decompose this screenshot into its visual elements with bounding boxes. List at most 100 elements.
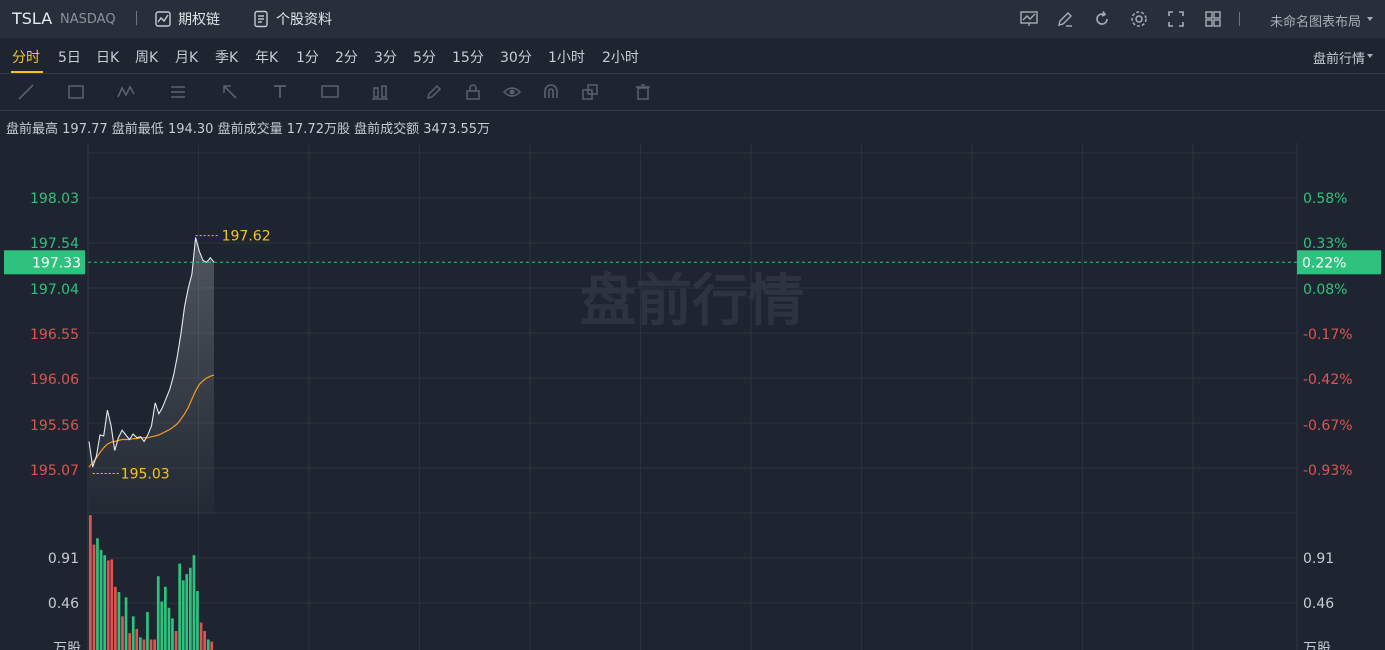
pct-tick: -0.93%: [1303, 463, 1353, 479]
options-chain-label: 期权链: [178, 12, 220, 28]
candle-tool-icon[interactable]: [370, 82, 390, 102]
volume-bar: [203, 631, 206, 650]
volume-bar: [178, 563, 181, 650]
tab-period[interactable]: 年K: [255, 47, 278, 67]
settings-icon[interactable]: [1129, 9, 1149, 29]
volume-bar: [117, 592, 121, 650]
magnet-icon[interactable]: [541, 82, 561, 102]
amount-value: 3473.55万: [423, 122, 491, 137]
active-tab-indicator: [11, 71, 43, 73]
tab-period[interactable]: 月K: [175, 47, 198, 67]
price-tick: 195.56: [30, 418, 79, 434]
options-chain-icon: [155, 11, 171, 27]
volume-bar: [110, 559, 114, 650]
volume-bar: [149, 639, 153, 650]
rectangle-tool-icon[interactable]: [66, 82, 86, 102]
volume-bar: [181, 580, 185, 650]
price-tick: 197.54: [30, 236, 79, 252]
volume-bar: [146, 612, 149, 650]
price-tick: 195.07: [30, 463, 79, 479]
low-label: 盘前最低: [111, 122, 164, 137]
layout-name-dropdown[interactable]: 未命名图表布局: [1270, 11, 1361, 30]
edit-icon[interactable]: [1055, 9, 1075, 29]
refresh-icon[interactable]: [1092, 9, 1112, 29]
current-pct-value: 0.22%: [1302, 255, 1346, 271]
pct-tick: -0.17%: [1303, 327, 1353, 343]
tab-period[interactable]: 分时: [12, 47, 40, 67]
pct-tick: 0.58%: [1303, 191, 1347, 207]
pct-tick: -0.42%: [1303, 372, 1353, 388]
volume-bar: [210, 641, 214, 650]
trendline-tool-icon[interactable]: [16, 82, 36, 102]
top-bar: TSLA NASDAQ 期权链 个股资料 未命名图表布局: [0, 0, 1385, 39]
tab-period[interactable]: 2小时: [602, 47, 639, 67]
pencil-icon[interactable]: [424, 82, 444, 102]
price-chart[interactable]: 盘前行情 198.03 0.58% 197.54 0.33% 197.04 0.08% 19…: [0, 140, 1385, 650]
tab-period[interactable]: 3分: [374, 47, 397, 67]
symbol-title[interactable]: TSLA: [12, 9, 52, 28]
watermark: 盘前行情: [580, 269, 804, 334]
volume-bar: [153, 639, 156, 650]
price-tick: 196.06: [30, 372, 79, 388]
volume-bar: [164, 586, 167, 650]
eye-icon[interactable]: [502, 82, 522, 102]
tab-period[interactable]: 15分: [452, 47, 484, 67]
volume-bar: [174, 631, 178, 650]
tab-period[interactable]: 周K: [135, 47, 158, 67]
trash-icon[interactable]: [633, 82, 653, 102]
arrow-tool-icon[interactable]: [220, 82, 240, 102]
volume-bar: [131, 616, 135, 650]
low-value: 194.30: [167, 122, 214, 137]
fib-tool-icon[interactable]: [168, 82, 188, 102]
volume-bar: [96, 538, 99, 650]
volume-bar: [106, 560, 110, 650]
tab-period[interactable]: 季K: [215, 47, 238, 67]
volume-bar: [160, 601, 164, 650]
volume-tick: 0.91: [1303, 551, 1334, 567]
volume-tick: 0.46: [48, 596, 79, 612]
period-bar: 分时 5日 日K 周K 月K 季K 年K 1分 2分 3分 5分 15分 30分…: [0, 38, 1385, 74]
volume-bar: [89, 515, 92, 650]
tab-period[interactable]: 2分: [335, 47, 358, 67]
tab-period[interactable]: 1小时: [548, 47, 585, 67]
price-tick: 197.04: [30, 282, 79, 298]
volume-bar: [171, 618, 174, 650]
price-tick: 196.55: [30, 327, 79, 343]
tab-period[interactable]: 5日: [58, 47, 81, 67]
min-price-label: 195.03: [121, 467, 170, 483]
volume-bar: [199, 622, 203, 650]
chevron-down-icon: [1367, 54, 1373, 58]
pattern-tool-icon[interactable]: [116, 82, 136, 102]
lock-icon[interactable]: [463, 82, 483, 102]
layout-grid-icon[interactable]: [1203, 9, 1223, 29]
current-price-value: 197.33: [32, 255, 81, 271]
amount-label: 盘前成交额: [354, 122, 420, 137]
tab-period[interactable]: 1分: [296, 47, 319, 67]
volume-bar: [196, 591, 199, 650]
tab-period[interactable]: 5分: [413, 47, 436, 67]
volume-bar: [124, 597, 128, 650]
session-dropdown[interactable]: 盘前行情: [1313, 48, 1365, 67]
divider: [1239, 12, 1240, 26]
high-label: 盘前最高: [6, 122, 59, 137]
profile-button[interactable]: 个股资料: [252, 9, 332, 29]
high-value: 197.77: [62, 122, 108, 137]
note-tool-icon[interactable]: [320, 82, 340, 102]
tab-period[interactable]: 日K: [96, 47, 119, 67]
chart-icon[interactable]: [1019, 9, 1039, 29]
volume-unit-label: 万股: [53, 641, 81, 650]
volume-bar: [103, 555, 106, 650]
fullscreen-icon[interactable]: [1166, 9, 1186, 29]
duplicate-icon[interactable]: [580, 82, 600, 102]
text-tool-icon[interactable]: [270, 82, 290, 102]
volume-bar: [114, 586, 117, 650]
volume-tick: 0.91: [48, 551, 79, 567]
volume-bar: [156, 576, 160, 650]
options-chain-button[interactable]: 期权链: [154, 9, 220, 29]
divider: [136, 11, 137, 25]
volume-unit-label: 万股: [1303, 641, 1331, 650]
pct-tick: 0.08%: [1303, 282, 1347, 298]
exchange-label: NASDAQ: [60, 12, 116, 27]
max-price-label: 197.62: [222, 229, 271, 245]
tab-period[interactable]: 30分: [500, 47, 532, 67]
